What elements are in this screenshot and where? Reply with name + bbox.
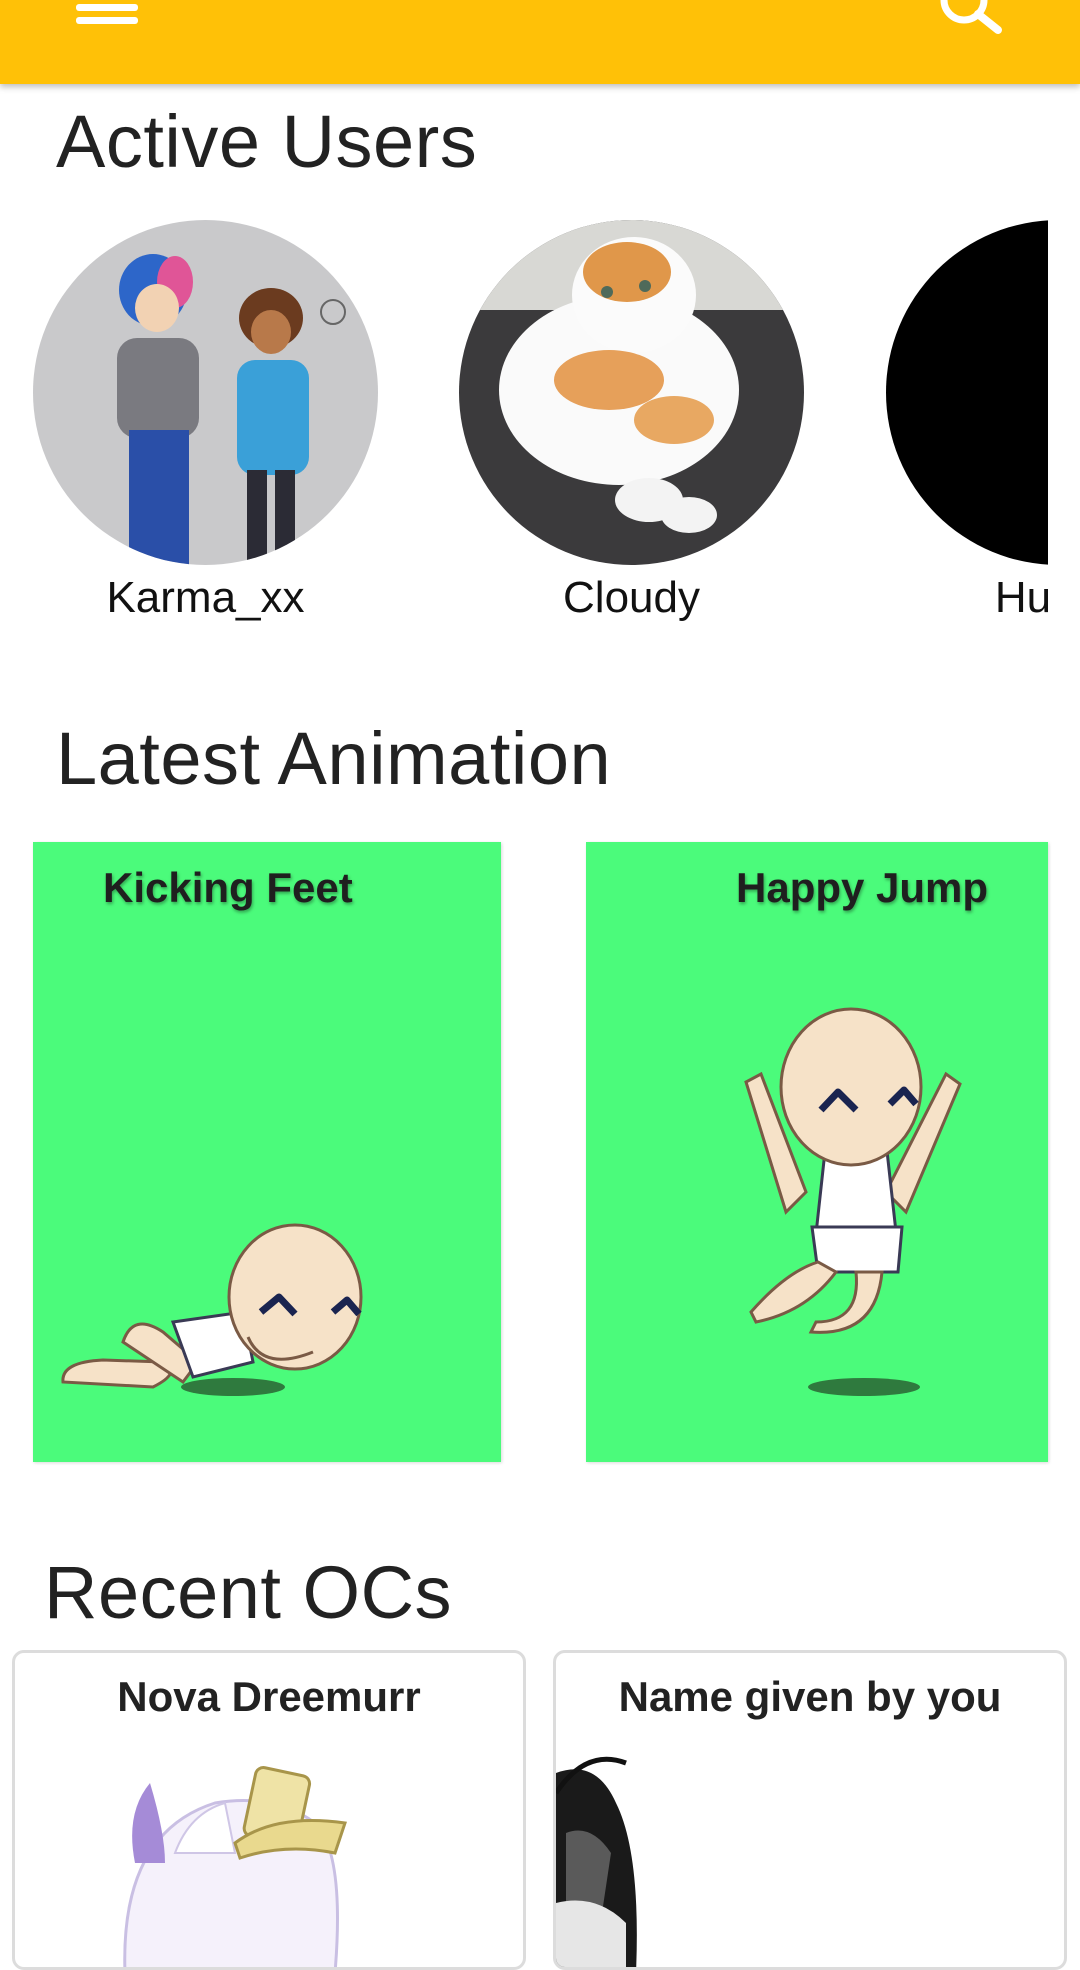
animation-preview <box>744 1007 962 1396</box>
active-users-list: Karma_xx Cloudy Hunny <box>0 220 1048 640</box>
avatar[interactable] <box>886 220 1048 565</box>
active-users-heading: Active Users <box>56 100 478 183</box>
user-item-hunny[interactable]: Hunny <box>886 220 1048 623</box>
animation-title: Kicking Feet <box>103 864 353 911</box>
oc-card-nova-dreemurr[interactable]: Nova Dreemurr <box>12 1650 526 1970</box>
top-app-bar <box>0 0 1080 84</box>
latest-animation-heading: Latest Animation <box>56 717 612 800</box>
username: Karma_xx <box>106 573 305 622</box>
oc-card-name-given-by-you[interactable]: Name given by you <box>553 1650 1067 1970</box>
search-icon[interactable] <box>930 0 1010 40</box>
user-item-karma[interactable]: Karma_xx <box>33 220 378 623</box>
oc-name: Name given by you <box>618 1673 1002 1720</box>
animation-card-kicking-feet[interactable]: Kicking Feet <box>33 842 501 1462</box>
user-item-cloudy[interactable]: Cloudy <box>459 220 804 623</box>
menu-icon-bar <box>76 4 138 11</box>
avatar[interactable] <box>33 220 378 565</box>
animation-title: Happy Jump <box>736 864 989 911</box>
recent-ocs-heading: Recent OCs <box>44 1551 453 1634</box>
menu-icon-bar <box>76 17 138 24</box>
menu-icon[interactable] <box>70 0 150 40</box>
username: Hunny <box>994 573 1048 622</box>
username: Cloudy <box>563 573 700 622</box>
oc-name: Nova Dreemurr <box>117 1673 421 1720</box>
animation-preview <box>61 1223 363 1396</box>
avatar[interactable] <box>459 220 804 565</box>
animation-card-happy-jump[interactable]: Happy Jump <box>586 842 1048 1462</box>
